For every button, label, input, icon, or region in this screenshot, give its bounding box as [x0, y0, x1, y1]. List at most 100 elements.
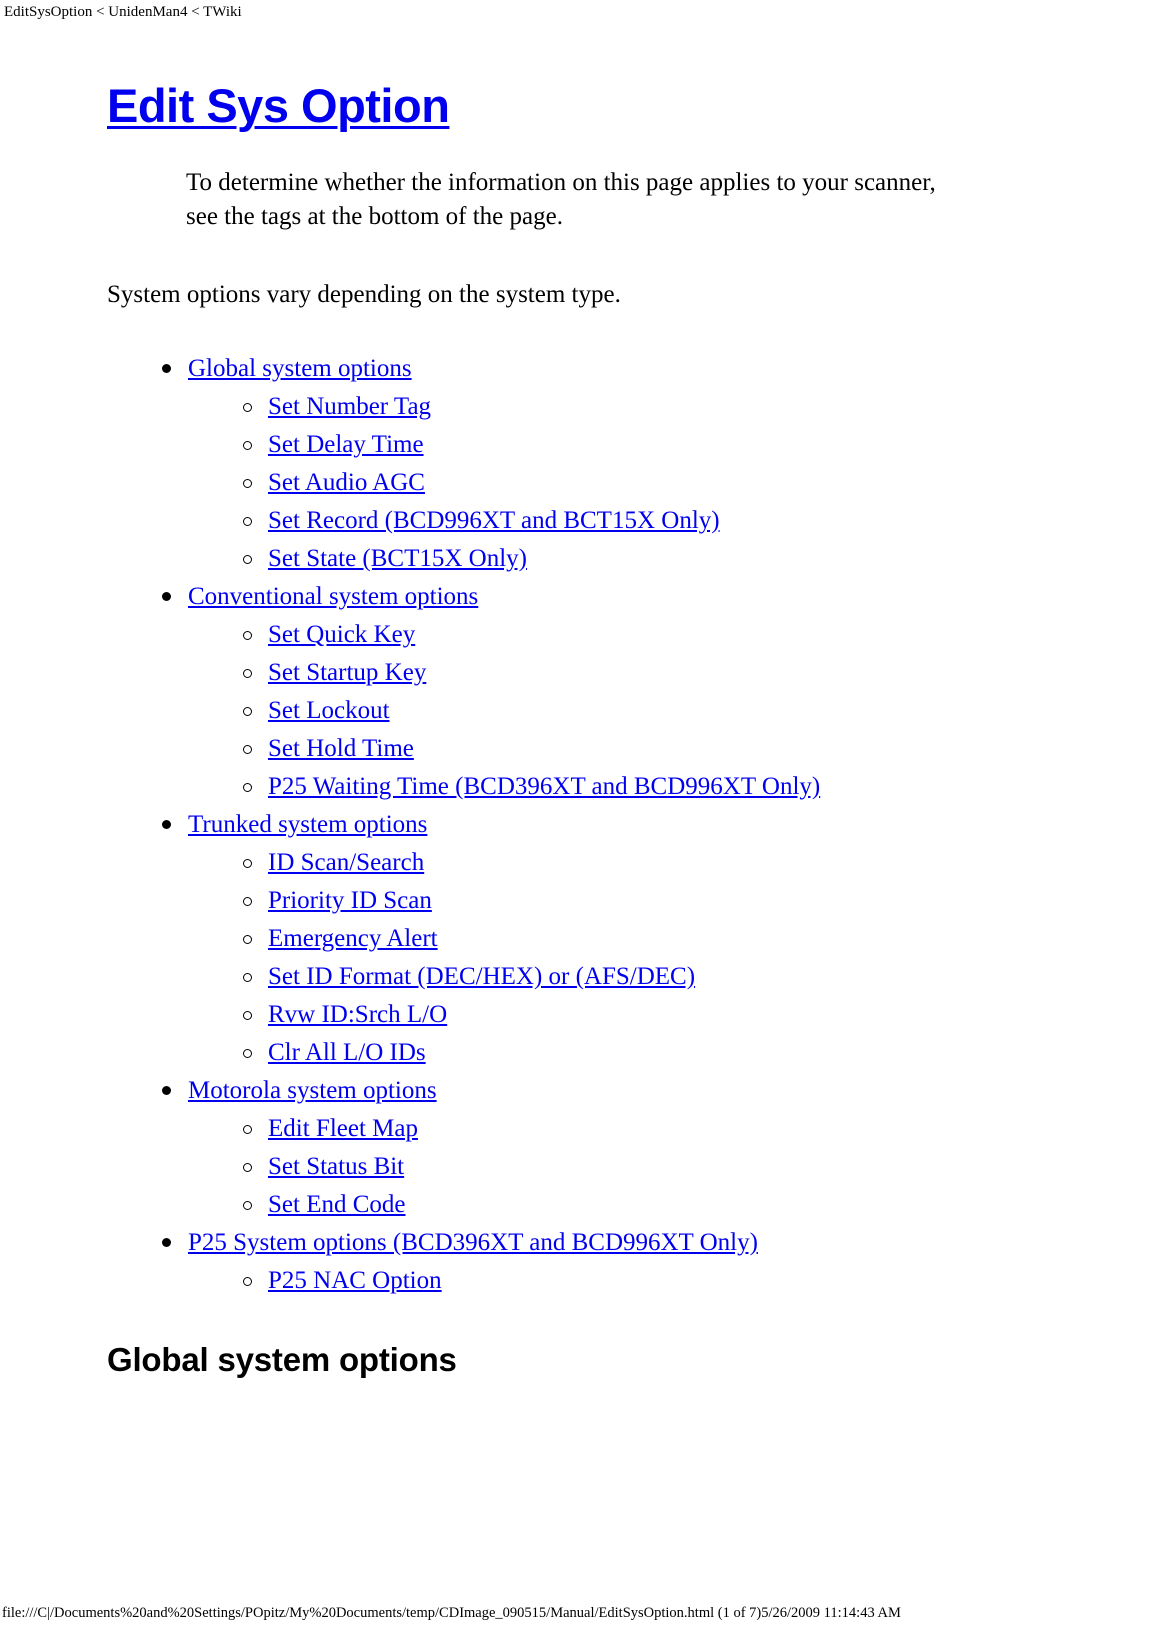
toc-link-priority-id-scan[interactable]: Priority ID Scan	[268, 887, 432, 914]
toc-subitem-edit-fleet-map: Edit Fleet Map	[0, 1110, 1163, 1148]
toc-sublist: ID Scan/Search Priority ID Scan Emergency …	[0, 844, 1163, 1072]
toc-link-set-audio-agc[interactable]: Set Audio AGC	[268, 469, 425, 496]
toc-subitem-row: Edit Fleet Map	[0, 1110, 1163, 1148]
circle-bullet-icon	[243, 555, 252, 564]
circle-bullet-icon	[243, 707, 252, 716]
circle-bullet-icon	[243, 441, 252, 450]
toc-subitem-row: Emergency Alert	[0, 920, 1163, 958]
toc-link-set-quick-key[interactable]: Set Quick Key	[268, 621, 415, 648]
toc-sublist: Set Quick Key Set Startup Key Set Lockout S…	[0, 616, 1163, 806]
section-heading-global-system-options: Global system options	[107, 1341, 457, 1378]
toc-link-set-startup-key[interactable]: Set Startup Key	[268, 659, 426, 686]
toc-link-p25-system-options-bcd396xt-and-bcd996xt-only[interactable]: P25 System options (BCD396XT and BCD996X…	[188, 1229, 758, 1256]
toc-subitem-row: Set Quick Key	[0, 616, 1163, 654]
toc-link-set-delay-time[interactable]: Set Delay Time	[268, 431, 424, 458]
toc-subitem-emergency-alert: Emergency Alert	[0, 920, 1163, 958]
toc-link-p25-nac-option[interactable]: P25 NAC Option	[268, 1267, 442, 1294]
toc-subitem-row: Set Delay Time	[0, 426, 1163, 464]
toc-subitem-row: P25 NAC Option	[0, 1262, 1163, 1300]
toc-link-trunked-system-options[interactable]: Trunked system options	[188, 811, 427, 838]
toc-subitem-priority-id-scan: Priority ID Scan	[0, 882, 1163, 920]
toc-subitem-set-lockout: Set Lockout	[0, 692, 1163, 730]
toc-subitem-set-state-bct15x-only: Set State (BCT15X Only)	[0, 540, 1163, 578]
circle-bullet-icon	[243, 403, 252, 412]
toc-link-global-system-options[interactable]: Global system options	[188, 355, 412, 382]
toc-subitem-row: Set Record (BCD996XT and BCT15X Only)	[0, 502, 1163, 540]
toc-link-set-record-bcd996xt-and-bct15x-only[interactable]: Set Record (BCD996XT and BCT15X Only)	[268, 507, 720, 534]
toc-link-set-state-bct15x-only[interactable]: Set State (BCT15X Only)	[268, 545, 527, 572]
toc-group-trunked-system-options: Trunked system options ID Scan/Search Prio…	[0, 806, 1163, 1072]
toc-subitem-set-record-bcd996xt-and-bct15x-only: Set Record (BCD996XT and BCT15X Only)	[0, 502, 1163, 540]
toc-subitem-row: Set Startup Key	[0, 654, 1163, 692]
toc-subitem-clr-all-l-o-ids: Clr All L/O IDs	[0, 1034, 1163, 1072]
toc-link-set-status-bit[interactable]: Set Status Bit	[268, 1153, 404, 1180]
circle-bullet-icon	[243, 935, 252, 944]
toc-link-conventional-system-options[interactable]: Conventional system options	[188, 583, 478, 610]
toc-subitem-set-quick-key: Set Quick Key	[0, 616, 1163, 654]
toc-group-p25-system-options-bcd396xt-and-bcd996xt-only: P25 System options (BCD396XT and BCD996X…	[0, 1224, 1163, 1300]
toc-subitem-row: Set State (BCT15X Only)	[0, 540, 1163, 578]
toc-subitem-p25-waiting-time-bcd396xt-and-bcd996xt-only: P25 Waiting Time (BCD396XT and BCD996XT …	[0, 768, 1163, 806]
toc-subitem-p25-nac-option: P25 NAC Option	[0, 1262, 1163, 1300]
toc-subitem-row: Set ID Format (DEC/HEX) or (AFS/DEC)	[0, 958, 1163, 996]
toc-link-id-scan-search[interactable]: ID Scan/Search	[268, 849, 424, 876]
page-title: Edit Sys Option	[0, 78, 1163, 134]
toc-group-motorola-system-options: Motorola system options Edit Fleet Map Set…	[0, 1072, 1163, 1224]
toc-group-global-system-options: Global system options Set Number Tag Set D…	[0, 350, 1163, 578]
page-title-link[interactable]: Edit Sys Option	[107, 79, 450, 132]
page-running-header: EditSysOption < UnidenMan4 < TWiki	[4, 4, 242, 20]
toc-subitem-row: Set Number Tag	[0, 388, 1163, 426]
toc-link-set-number-tag[interactable]: Set Number Tag	[268, 393, 431, 420]
toc-link-emergency-alert[interactable]: Emergency Alert	[268, 925, 438, 952]
toc-link-set-end-code[interactable]: Set End Code	[268, 1191, 406, 1218]
toc-item-row: P25 System options (BCD396XT and BCD996X…	[0, 1224, 1163, 1262]
toc-subitem-set-number-tag: Set Number Tag	[0, 388, 1163, 426]
circle-bullet-icon	[243, 1011, 252, 1020]
toc-link-p25-waiting-time-bcd396xt-and-bcd996xt-only[interactable]: P25 Waiting Time (BCD396XT and BCD996XT …	[268, 773, 820, 800]
toc-link-set-hold-time[interactable]: Set Hold Time	[268, 735, 414, 762]
circle-bullet-icon	[243, 1277, 252, 1286]
toc-item-row: Motorola system options	[0, 1072, 1163, 1110]
toc-subitem-row: Clr All L/O IDs	[0, 1034, 1163, 1072]
circle-bullet-icon	[243, 745, 252, 754]
disc-bullet-icon	[162, 820, 171, 829]
circle-bullet-icon	[243, 1201, 252, 1210]
circle-bullet-icon	[243, 897, 252, 906]
circle-bullet-icon	[243, 1049, 252, 1058]
toc-item-row: Global system options	[0, 350, 1163, 388]
toc-link-rvw-id-srch-l-o[interactable]: Rvw ID:Srch L/O	[268, 1001, 447, 1028]
toc-subitem-row: Rvw ID:Srch L/O	[0, 996, 1163, 1034]
document-content: Edit Sys Option To determine whether the…	[0, 78, 1163, 1380]
disc-bullet-icon	[162, 592, 171, 601]
toc-subitem-set-audio-agc: Set Audio AGC	[0, 464, 1163, 502]
toc-subitem-rvw-id-srch-l-o: Rvw ID:Srch L/O	[0, 996, 1163, 1034]
toc-link-edit-fleet-map[interactable]: Edit Fleet Map	[268, 1115, 418, 1142]
toc-sublist: P25 NAC Option	[0, 1262, 1163, 1300]
circle-bullet-icon	[243, 479, 252, 488]
toc-sublist: Set Number Tag Set Delay Time Set Audio AG…	[0, 388, 1163, 578]
disc-bullet-icon	[162, 1086, 171, 1095]
toc-link-motorola-system-options[interactable]: Motorola system options	[188, 1077, 437, 1104]
circle-bullet-icon	[243, 1125, 252, 1134]
toc-item-row: Conventional system options	[0, 578, 1163, 616]
toc-subitem-row: Set Lockout	[0, 692, 1163, 730]
intro-paragraph: System options vary depending on the sys…	[107, 281, 621, 308]
intro-note: To determine whether the information on …	[186, 169, 936, 230]
toc-subitem-set-status-bit: Set Status Bit	[0, 1148, 1163, 1186]
circle-bullet-icon	[243, 631, 252, 640]
disc-bullet-icon	[162, 364, 171, 373]
circle-bullet-icon	[243, 517, 252, 526]
toc-item-row: Trunked system options	[0, 806, 1163, 844]
toc-subitem-set-hold-time: Set Hold Time	[0, 730, 1163, 768]
circle-bullet-icon	[243, 783, 252, 792]
disc-bullet-icon	[162, 1238, 171, 1247]
toc-subitem-row: Set Hold Time	[0, 730, 1163, 768]
toc-subitem-set-id-format-dec-hex-or-afs-dec: Set ID Format (DEC/HEX) or (AFS/DEC)	[0, 958, 1163, 996]
toc-subitem-id-scan-search: ID Scan/Search	[0, 844, 1163, 882]
circle-bullet-icon	[243, 1163, 252, 1172]
toc-link-set-lockout[interactable]: Set Lockout	[268, 697, 390, 724]
table-of-contents: Global system options Set Number Tag Set D…	[0, 350, 1163, 1300]
toc-link-clr-all-l-o-ids[interactable]: Clr All L/O IDs	[268, 1039, 426, 1066]
toc-subitem-row: P25 Waiting Time (BCD396XT and BCD996XT …	[0, 768, 1163, 806]
toc-link-set-id-format-dec-hex-or-afs-dec[interactable]: Set ID Format (DEC/HEX) or (AFS/DEC)	[268, 963, 695, 990]
